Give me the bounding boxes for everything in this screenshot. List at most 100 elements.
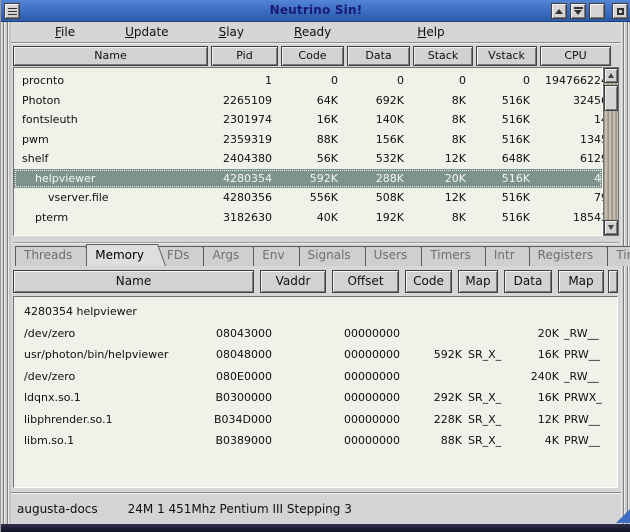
cell-pid: 2301974 — [192, 110, 272, 130]
menu-help[interactable]: Help — [417, 25, 444, 39]
mem-col-header-name[interactable]: Name — [13, 270, 254, 293]
close-button[interactable] — [612, 3, 628, 19]
tab-args[interactable]: Args — [203, 246, 259, 266]
menu-ready[interactable]: Ready — [294, 25, 331, 39]
cell-data: 140K — [346, 110, 404, 130]
cell-name: helpviewer — [35, 169, 200, 189]
cell-data: 192K — [346, 208, 404, 228]
cell-data: 692K — [346, 91, 404, 111]
table-row[interactable]: /dev/zero 080E0000 00000000 240K _RW__ — [14, 366, 617, 388]
process-scrollbar[interactable] — [603, 67, 619, 236]
cell-stack: 8K — [410, 91, 466, 111]
tab-intr[interactable]: Intr — [485, 246, 535, 266]
mem-col-header-offset[interactable]: Offset — [332, 270, 399, 293]
tab-memory[interactable]: Memory — [86, 244, 164, 266]
cell-code: 56K — [280, 149, 338, 169]
cell-stack: 20K — [410, 169, 466, 189]
cell-cpu: 1345 — [524, 130, 608, 150]
table-row[interactable]: usr/photon/bin/helpviewer 08048000 00000… — [14, 344, 617, 366]
resize-grip[interactable] — [616, 509, 630, 523]
window-frame-left[interactable] — [1, 22, 11, 524]
scroll-up-button[interactable] — [604, 68, 618, 83]
scrollbar-thumb[interactable] — [604, 85, 618, 111]
table-row[interactable]: pterm 3182630 40K 192K 8K 516K 18543 — [14, 208, 602, 228]
table-row[interactable]: Photon 2265109 64K 692K 8K 516K 32456 — [14, 91, 602, 111]
cell-name: pwm — [22, 130, 187, 150]
table-row[interactable]: pwm 2359319 88K 156K 8K 516K 1345 — [14, 130, 602, 150]
cell-cpu: 32456 — [524, 91, 608, 111]
status-hostname: augusta-docs — [17, 502, 98, 516]
proc-col-header-name[interactable]: Name — [13, 46, 208, 66]
titlebar[interactable]: Neutrino Sin! — [1, 0, 630, 22]
window-frame-right[interactable] — [621, 22, 630, 524]
table-row[interactable]: shelf 2404380 56K 532K 12K 648K 6129 — [14, 149, 602, 169]
mem-col-header-spacer[interactable] — [608, 270, 618, 293]
cell-map: PRW__ — [564, 409, 612, 431]
proc-col-header-cpu[interactable]: CPU — [540, 46, 611, 66]
mem-col-header-vaddr[interactable]: Vaddr — [260, 270, 326, 293]
mem-col-header-data[interactable]: Data — [504, 270, 552, 293]
cell-code — [402, 323, 462, 345]
tab-signals[interactable]: Signals — [299, 246, 371, 266]
tab-fds[interactable]: FDs — [158, 246, 209, 266]
cell-pid: 4280354 — [192, 169, 272, 189]
table-row[interactable]: ldqnx.so.1 B0300000 00000000 292K SR_X_ … — [14, 387, 617, 409]
mem-col-header-code[interactable]: Code — [405, 270, 452, 293]
cell-data: 4K — [502, 430, 559, 452]
tab-registers[interactable]: Registers — [529, 246, 614, 266]
table-row[interactable]: libphrender.so.1 B034D000 00000000 228K … — [14, 409, 617, 431]
cell-vaddr: 08043000 — [212, 323, 272, 345]
cell-cpu: 14 — [524, 110, 608, 130]
cell-stack: 0 — [410, 71, 466, 91]
tab-timers[interactable]: Timers — [421, 246, 491, 266]
cell-pid: 3182630 — [192, 208, 272, 228]
menu-slay[interactable]: Slay — [219, 25, 244, 39]
mem-col-header-map2[interactable]: Map — [558, 270, 604, 293]
cell-offset: 00000000 — [344, 387, 406, 409]
menu-update[interactable]: Update — [125, 25, 168, 39]
scroll-down-button[interactable] — [604, 220, 618, 235]
cell-offset: 00000000 — [344, 409, 406, 431]
tab-times[interactable]: Times — [607, 246, 630, 266]
proc-col-header-vstack[interactable]: Vstack — [476, 46, 537, 66]
shade-button[interactable] — [570, 3, 586, 19]
cell-data: 240K — [502, 366, 559, 388]
cell-vaddr — [212, 301, 272, 323]
cell-stack: 8K — [410, 130, 466, 150]
table-row[interactable]: fontsleuth 2301974 16K 140K 8K 516K 14 — [14, 110, 602, 130]
cell-vstack: 516K — [472, 130, 530, 150]
tab-threads[interactable]: Threads — [15, 246, 92, 266]
cell-name: pterm — [35, 208, 200, 228]
table-row[interactable]: /dev/zero 08043000 00000000 20K _RW__ — [14, 323, 617, 345]
table-row[interactable]: vserver.file 4280356 556K 508K 12K 516K … — [14, 188, 602, 208]
table-row[interactable]: libm.so.1 B0389000 00000000 88K SR_X_ 4K… — [14, 430, 617, 452]
window-frame-bottom[interactable] — [1, 524, 630, 532]
menu-file[interactable]: File — [55, 25, 75, 39]
cell-data: 12K — [502, 409, 559, 431]
mem-col-header-map1[interactable]: Map — [458, 270, 498, 293]
cell-vstack: 516K — [472, 169, 530, 189]
cell-name: vserver.file — [48, 188, 213, 208]
table-row-selected[interactable]: helpviewer 4280354 592K 288K 20K 516K 44 — [14, 169, 602, 189]
cell-data: 532K — [346, 149, 404, 169]
cell-cpu: 194766224 — [524, 71, 608, 91]
cell-vstack: 516K — [472, 188, 530, 208]
proc-col-header-stack[interactable]: Stack — [413, 46, 473, 66]
maximize-button[interactable] — [589, 3, 605, 19]
tab-users[interactable]: Users — [365, 246, 428, 266]
status-sysinfo: 24M 1 451Mhz Pentium III Stepping 3 — [128, 502, 352, 516]
proc-col-header-code[interactable]: Code — [281, 46, 344, 66]
cell-data: 508K — [346, 188, 404, 208]
proc-col-header-pid[interactable]: Pid — [211, 46, 278, 66]
cell-cpu: 6129 — [524, 149, 608, 169]
table-row[interactable]: procnto 1 0 0 0 0 194766224 — [14, 71, 602, 91]
proc-col-header-data[interactable]: Data — [347, 46, 410, 66]
cell-data: 16K — [502, 387, 559, 409]
tab-env[interactable]: Env — [253, 246, 304, 266]
cell-map — [564, 301, 612, 323]
close-icon — [617, 8, 624, 15]
cell-cpu: 18543 — [524, 208, 608, 228]
table-row[interactable]: 4280354 helpviewer — [14, 301, 617, 323]
cell-data: 288K — [346, 169, 404, 189]
collapse-button[interactable] — [551, 3, 567, 19]
